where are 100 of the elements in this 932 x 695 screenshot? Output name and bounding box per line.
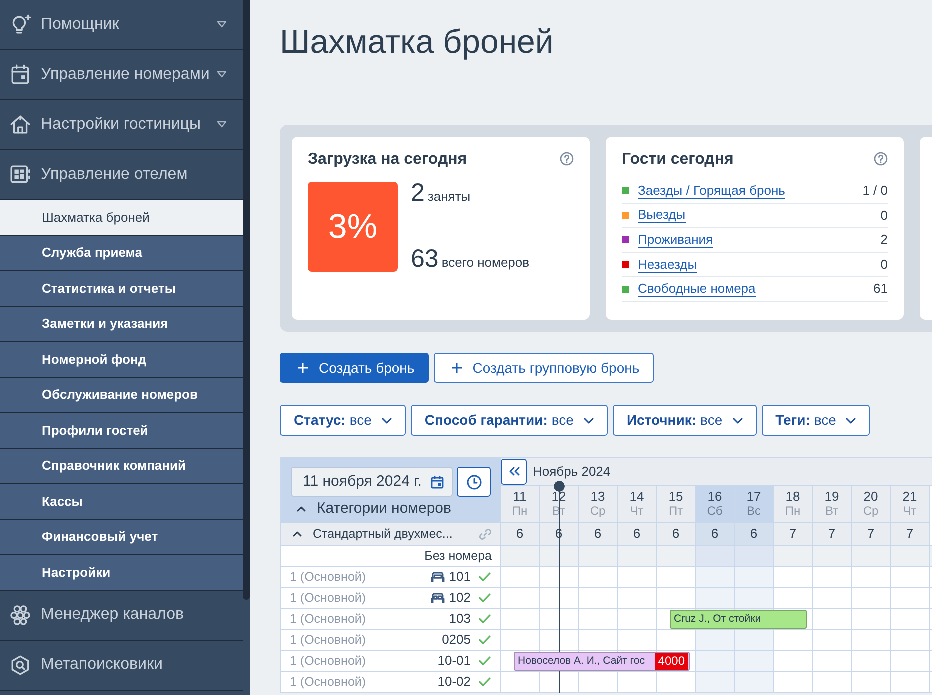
- lightbulb-icon: [10, 14, 31, 35]
- sidebar-item[interactable]: Менеджер каналов: [0, 590, 243, 640]
- sidebar-subitem[interactable]: Шахматка броней: [0, 200, 243, 236]
- weekday-label: Вс: [746, 504, 761, 519]
- guests-link[interactable]: Выезды: [638, 207, 686, 224]
- sidebar-subitem[interactable]: Финансовый учет: [0, 520, 243, 555]
- day-number: 18: [786, 489, 800, 504]
- chevron-down-icon: [732, 418, 743, 424]
- double-bed-icon: [431, 592, 446, 604]
- rate-label: 1 (Основной): [290, 610, 366, 628]
- day-number: 14: [630, 489, 644, 504]
- sidebar-subitem[interactable]: Справочник компаний: [0, 448, 243, 484]
- sidebar-subitem[interactable]: Статистика и отчеты: [0, 271, 243, 306]
- sidebar-item[interactable]: Метапоисковики: [0, 640, 243, 690]
- availability-cell: 6: [657, 523, 696, 546]
- circles-cluster-icon: [10, 604, 31, 626]
- availability-cell: 6: [735, 523, 774, 546]
- rate-label: 1 (Основной): [290, 590, 366, 607]
- sidebar-subitem[interactable]: Служба приема: [0, 236, 243, 271]
- help-icon[interactable]: [874, 152, 888, 166]
- card-title: Загрузка на сегодня: [308, 150, 468, 170]
- availability-cell: 6: [579, 523, 618, 546]
- create-button[interactable]: Создать бронь: [280, 353, 429, 383]
- day-number: 15: [668, 489, 684, 504]
- weekday-label: Ср: [590, 504, 606, 519]
- rate-label: 1 (Основной): [290, 652, 366, 670]
- scrollbar[interactable]: [243, 0, 250, 600]
- plus-icon: [298, 363, 308, 373]
- sidebar-subitem[interactable]: Заметки и указания: [0, 306, 243, 342]
- rate-label: 1 (Основной): [290, 632, 366, 649]
- weekday-label: Ср: [863, 504, 879, 519]
- guests-link[interactable]: Проживания: [638, 232, 714, 248]
- booking-bar[interactable]: Cruz J., От стойки: [670, 610, 807, 629]
- card-title: Гости сегодня: [622, 150, 734, 170]
- occupancy-percent: 3%: [308, 182, 398, 272]
- create-button[interactable]: Создать групповую бронь: [434, 353, 654, 383]
- guests-count: 2: [880, 231, 888, 250]
- weekday-label: Вт: [825, 504, 839, 519]
- guests-count: 0: [880, 206, 888, 225]
- day-number: 21: [902, 489, 918, 504]
- day-number: 17: [746, 489, 762, 504]
- caret-up-icon[interactable]: [297, 506, 306, 512]
- double-chevron-left-icon: [508, 467, 520, 476]
- day-number: 11: [513, 489, 527, 504]
- total-rooms-count: 63: [411, 244, 439, 274]
- filter-dropdown[interactable]: Способ гарантии: все: [410, 405, 608, 436]
- chevron-down-icon: [584, 418, 594, 424]
- availability-cell: 7: [774, 523, 813, 546]
- calendar-icon: [10, 64, 31, 85]
- plus-icon: [452, 363, 462, 373]
- weekday-label: Сб: [707, 504, 723, 519]
- availability-cell: 7: [852, 523, 891, 546]
- total-rooms-label: всего номеров: [442, 254, 530, 272]
- chevron-down-icon: [846, 418, 856, 424]
- guests-link[interactable]: Незаезды: [638, 256, 698, 273]
- weekday-label: Пн: [512, 504, 528, 519]
- calendar-icon: [431, 476, 444, 488]
- availability-cell: 6: [618, 523, 657, 546]
- filter-dropdown[interactable]: Источник: все: [612, 405, 757, 436]
- rate-label: 1 (Основной): [290, 674, 366, 691]
- day-number: 13: [590, 489, 606, 504]
- page-title: Шахматка броней: [280, 22, 555, 62]
- booking-bar[interactable]: Новоселов А. И., Сайт гос 4000: [514, 652, 690, 671]
- room-number: 102: [449, 589, 471, 608]
- day-number: 20: [864, 489, 878, 504]
- filter-dropdown[interactable]: Теги: все: [762, 405, 870, 436]
- chevron-down-icon: [382, 418, 392, 424]
- availability-cell: 7: [813, 523, 852, 546]
- today-button[interactable]: [457, 467, 491, 497]
- rate-label: 1 (Основной): [290, 568, 366, 586]
- room-number: 10-02: [438, 673, 471, 692]
- room-number: 0205: [442, 631, 471, 650]
- caret-up-icon[interactable]: [293, 531, 302, 537]
- balance-badge: 4000: [655, 653, 688, 670]
- occupied-label: заняты: [428, 188, 471, 206]
- previous-period-button[interactable]: [501, 458, 527, 484]
- guests-count: 1 / 0: [862, 182, 888, 200]
- room-number: 101: [449, 568, 471, 586]
- categories-label: Категории номеров: [317, 499, 452, 519]
- availability-cell: 6: [696, 523, 735, 546]
- guests-link[interactable]: Заезды / Горящая бронь: [638, 182, 786, 199]
- sidebar-subitem[interactable]: Профили гостей: [0, 413, 243, 448]
- sidebar-subitem[interactable]: Номерной фонд: [0, 342, 243, 378]
- date-field[interactable]: 11 ноября 2024 г.: [291, 467, 453, 497]
- clock-icon: [466, 474, 482, 490]
- room-number: 103: [449, 610, 471, 628]
- guests-link[interactable]: Свободные номера: [638, 281, 756, 298]
- hexagon-search-icon: [10, 654, 31, 676]
- help-icon[interactable]: [560, 152, 574, 166]
- dashboard-icon: [10, 164, 31, 185]
- weekday-label: Пт: [668, 504, 684, 519]
- unassigned-label: Без номера: [424, 548, 492, 565]
- sidebar-subitem[interactable]: Кассы: [0, 484, 243, 520]
- weekday-label: Пн: [785, 504, 801, 519]
- sidebar-subitem[interactable]: Обслуживание номеров: [0, 378, 243, 413]
- sidebar-subitem[interactable]: Настройки: [0, 555, 243, 590]
- weekday-label: Чт: [903, 504, 917, 519]
- occupied-count: 2: [411, 178, 425, 208]
- house-icon: [10, 114, 31, 135]
- filter-dropdown[interactable]: Статус: все: [280, 405, 406, 436]
